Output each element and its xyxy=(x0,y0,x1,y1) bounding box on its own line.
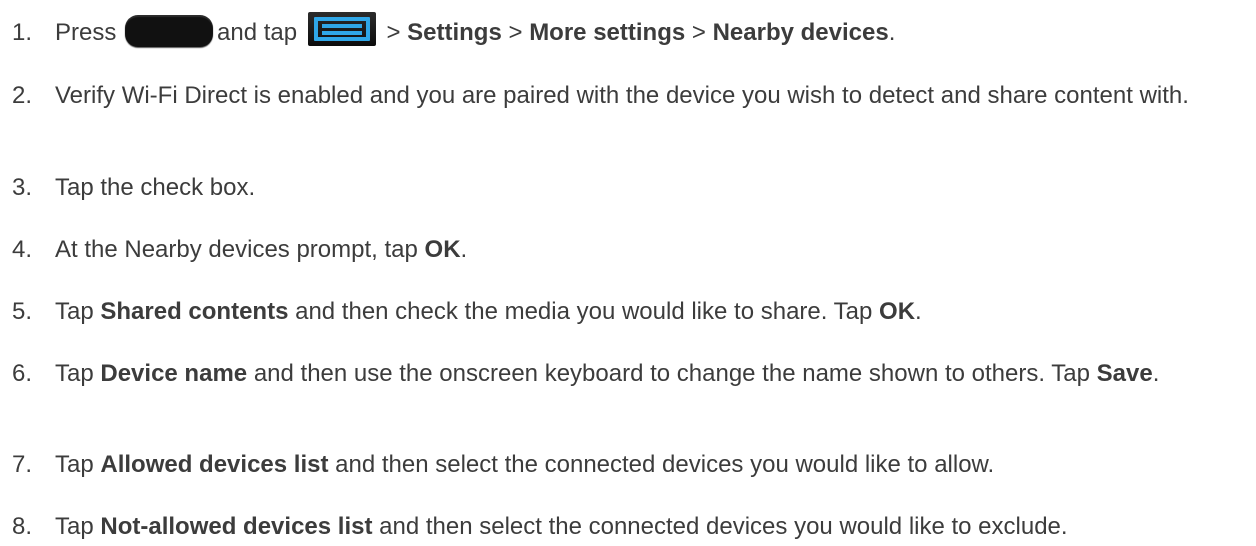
ok-label: OK xyxy=(879,298,916,325)
ok-label: OK xyxy=(424,236,461,263)
shared-contents-label: Shared contents xyxy=(100,298,289,325)
step-number: 7. xyxy=(12,451,33,478)
step-text: Verify Wi-Fi Direct is enabled and you a… xyxy=(55,82,1189,109)
settings-label: Settings xyxy=(407,19,502,46)
step-text: Tap Device name and then use the onscree… xyxy=(55,360,1160,387)
step-number: 5. xyxy=(12,298,33,325)
nearby-devices-label: Nearby devices xyxy=(712,19,889,46)
step-text: Tap Allowed devices list and then select… xyxy=(55,451,995,478)
step-number: 4. xyxy=(12,236,33,263)
home-key-icon xyxy=(125,14,214,47)
step-text: Tap Shared contents and then check the m… xyxy=(55,298,922,325)
step-text: Tap Not-allowed devices list and then se… xyxy=(55,513,1068,540)
device-name-label: Device name xyxy=(100,360,248,387)
step-number: 6. xyxy=(12,360,33,387)
step-text: At the Nearby devices prompt, tap OK. xyxy=(55,236,468,263)
menu-key-icon xyxy=(307,11,376,46)
not-allowed-devices-list-label: Not-allowed devices list xyxy=(100,513,373,540)
step-text: Press and tap > Settings > More settings… xyxy=(55,11,1250,48)
step-number: 1. xyxy=(12,19,33,46)
save-label: Save xyxy=(1096,360,1153,387)
step-number: 3. xyxy=(12,174,33,201)
step-number: 2. xyxy=(12,82,33,109)
allowed-devices-list-label: Allowed devices list xyxy=(100,451,329,478)
step-text: Tap the check box. xyxy=(55,174,256,201)
more-settings-label: More settings xyxy=(529,19,686,46)
step-number: 8. xyxy=(12,513,33,540)
